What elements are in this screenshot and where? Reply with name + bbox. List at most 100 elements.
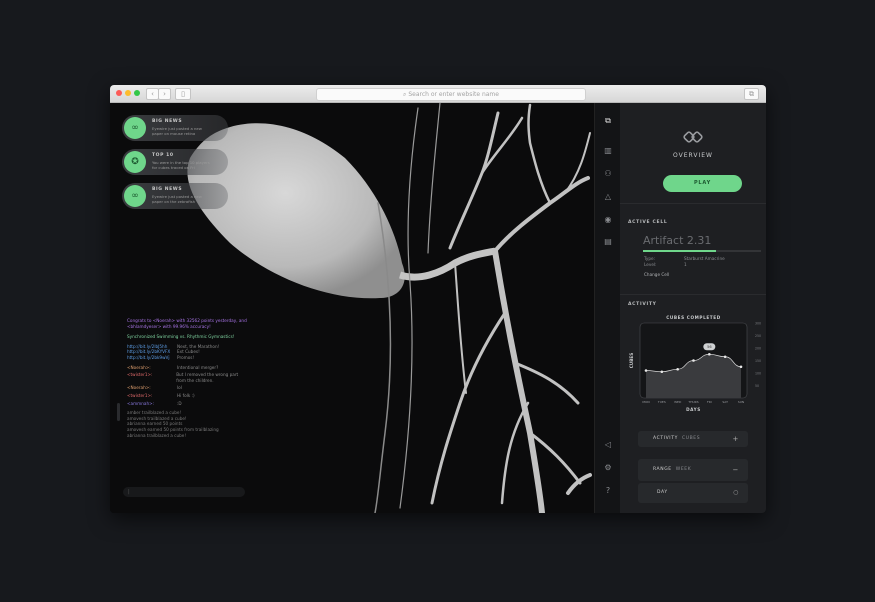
data-point (723, 355, 727, 359)
divider (620, 203, 766, 204)
notification-title: BIG NEWS (152, 187, 183, 192)
cell-progress-track (643, 250, 761, 252)
browser-window: ‹ › ▯ ⌕ Search or enter website name ⧉ ∞… (110, 85, 766, 513)
x-axis-label: DAYS (686, 407, 701, 412)
level-value: 1 (684, 262, 687, 267)
right-panel: OVERVIEW PLAY ACTIVE CELL Artifact 2.31 … (620, 103, 766, 513)
range-label: RANGE (653, 467, 672, 472)
cubes-chart: CUBES COMPLETED 300 250 200 150 100 50 56 MON TUE… (629, 315, 761, 412)
chat-messages: <Noerah>: Intentional merger? <twister1>:… (127, 365, 247, 407)
highlight-label: 56 (707, 345, 711, 349)
minimize-dot[interactable] (125, 90, 131, 96)
x-tick-label: TUES (657, 400, 666, 404)
day-label: DAY (657, 490, 668, 495)
chat-user[interactable]: <twister1>: (127, 372, 176, 383)
notification-top-ten[interactable]: ✪ TOP 10 You were in the top 10 players … (122, 149, 228, 175)
chat-user[interactable]: <Noerah>: (127, 385, 177, 391)
activity-tab-label: ACTIVITY (653, 436, 678, 441)
panel-title: OVERVIEW (673, 152, 713, 159)
level-label: Level: (644, 262, 657, 267)
profile-icon[interactable]: ⚇ (603, 169, 613, 179)
neuron-viewport[interactable]: ∞ BIG NEWS Eyewire just posted a new pap… (110, 103, 594, 513)
notification-text: You were in the top 10 players for cubes… (152, 160, 210, 170)
chat-input[interactable]: | (123, 487, 245, 497)
y-tick-label: 200 (755, 347, 761, 351)
logo-icon (683, 127, 703, 147)
icon-sidebar: ⧉ ▥ ⚇ △ ◉ ▤ ◁ ⚙ ? (594, 103, 621, 513)
chat-announcement: Congrats to <Noerah> with 32562 points y… (127, 318, 247, 329)
y-tick-label: 50 (755, 384, 759, 388)
chat-events: amber trailblazed a cube! amovesh trailb… (127, 410, 247, 438)
range-value: WEEK (675, 467, 692, 472)
notification-title: BIG NEWS (152, 119, 183, 124)
overview-icon[interactable]: ⧉ (603, 116, 613, 126)
brain-icon: ∞ (124, 117, 146, 139)
y-tick-label: 150 (755, 359, 761, 363)
x-tick-label: WED (674, 400, 682, 404)
x-tick-label: MON (642, 400, 649, 404)
y-tick-label: 100 (755, 372, 761, 376)
plus-icon: + (732, 435, 739, 443)
chat-user[interactable]: <twister1>: (127, 393, 177, 399)
x-tick-label: THURS (687, 400, 698, 404)
notification-big-news-2[interactable]: ∞ BIG NEWS Eyewire just posted a new pap… (122, 183, 228, 209)
notification-text: Eyewire just posted a new paper on the z… (152, 194, 202, 204)
data-point (739, 365, 743, 369)
tabs-icon[interactable]: ⧉ (744, 88, 759, 100)
view-icon[interactable]: ◉ (603, 215, 613, 225)
change-cell-link[interactable]: Change Cell (644, 272, 669, 277)
chat-event: abrianna trailblazed a cube! (127, 432, 187, 438)
data-point (676, 367, 679, 371)
y-tick-label: 300 (755, 322, 761, 326)
brain-icon: ∞ (124, 185, 146, 207)
activity-dropdown[interactable]: ACTIVITY CUBES + (638, 431, 748, 447)
chat-user[interactable]: <ammnah>: (127, 401, 177, 407)
chat-user[interactable]: <Noerah>: (127, 365, 177, 371)
notification-big-news-1[interactable]: ∞ BIG NEWS Eyewire just posted a new pap… (122, 115, 228, 141)
data-point (660, 370, 664, 374)
trophy-icon: ✪ (124, 151, 146, 173)
radio-icon: ○ (733, 489, 739, 496)
sidebar-icon[interactable]: ▯ (175, 88, 191, 100)
x-tick-label: SAT (722, 400, 728, 404)
day-option[interactable]: DAY ○ (638, 483, 748, 503)
address-bar[interactable]: ⌕ Search or enter website name (316, 88, 586, 101)
active-cell-label: ACTIVE CELL (628, 220, 668, 225)
cell-name: Artifact 2.31 (643, 234, 712, 247)
settings-icon[interactable]: ⚙ (603, 463, 613, 473)
chat-link-text: Promos! (177, 354, 195, 360)
chat-message: Intentional merger? (177, 364, 219, 370)
chat-message: :D (177, 400, 182, 406)
y-axis-label: CUBES (629, 353, 634, 369)
x-tick-label: FRI (707, 400, 712, 404)
chat-scrollbar[interactable] (117, 403, 120, 421)
range-dropdown[interactable]: RANGE WEEK − (638, 459, 748, 481)
chat-message: lol (177, 385, 182, 391)
chart-title: CUBES COMPLETED (666, 315, 721, 320)
cell-details: Type: Starburst Amacrine Level: 1 (644, 256, 725, 268)
maximize-dot[interactable] (134, 90, 140, 96)
divider (620, 294, 766, 295)
alert-icon[interactable]: △ (603, 192, 613, 202)
search-icon: ⌕ (403, 91, 407, 98)
browser-toolbar: ‹ › ▯ ⌕ Search or enter website name ⧉ (110, 85, 766, 103)
chat-link[interactable]: http://bit.ly/2bk9wVj (127, 355, 177, 361)
address-placeholder: Search or enter website name (408, 91, 499, 98)
chat-topic: Synchronized Swimming vs. Rhythmic Gymna… (127, 334, 235, 340)
help-icon[interactable]: ? (603, 486, 613, 496)
sound-icon[interactable]: ◁ (603, 440, 613, 450)
notification-text: Eyewire just posted a new paper on mouse… (152, 126, 202, 136)
play-button[interactable]: PLAY (663, 175, 742, 192)
close-dot[interactable] (116, 90, 122, 96)
bookmark-icon[interactable]: ▤ (603, 237, 613, 247)
chat-message: Hi folk :) (177, 392, 195, 398)
stats-icon[interactable]: ▥ (603, 146, 613, 156)
minus-icon: − (732, 466, 739, 474)
chat-links: http://bit.ly/2lbJ5hh Next, the Marathon!… (127, 344, 247, 361)
forward-icon[interactable]: › (158, 88, 171, 100)
type-value: Starburst Amacrine (684, 256, 725, 261)
x-tick-label: SUN (738, 400, 744, 404)
chat-input-value: | (128, 489, 130, 495)
y-tick-label: 250 (755, 334, 761, 338)
activity-section-label: ACTIVITY (628, 302, 657, 307)
